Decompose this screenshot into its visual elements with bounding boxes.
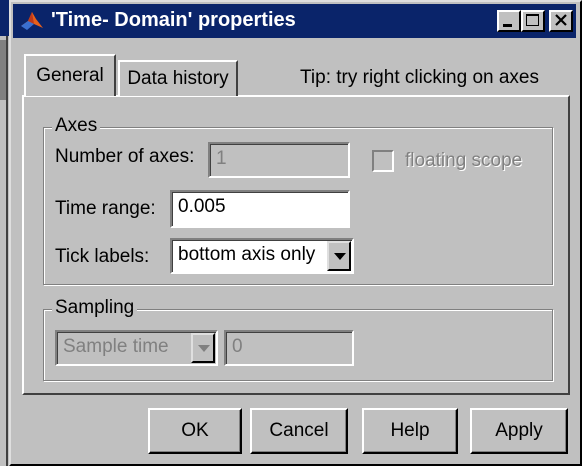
apply-button[interactable]: Apply xyxy=(470,408,568,454)
background-window-edge xyxy=(0,0,9,466)
chevron-down-icon xyxy=(334,253,346,260)
sampling-mode-dropdown-button[interactable] xyxy=(191,333,215,363)
sampling-value-field[interactable]: 0 xyxy=(224,330,354,366)
tip-text: Tip: try right clicking on axes xyxy=(300,67,539,88)
axes-group-label: Axes xyxy=(52,115,101,137)
tick-labels-value: bottom axis only xyxy=(178,244,316,265)
matlab-logo-icon xyxy=(19,8,45,34)
tab-general[interactable]: General xyxy=(24,54,116,96)
window-title: 'Time- Domain' properties xyxy=(51,9,296,31)
help-button[interactable]: Help xyxy=(362,408,458,454)
tab-data-history[interactable]: Data history xyxy=(118,60,238,96)
time-range-label: Time range: xyxy=(55,198,156,219)
cancel-button[interactable]: Cancel xyxy=(250,408,348,454)
sampling-mode-select[interactable]: Sample time xyxy=(55,330,218,366)
time-range-field[interactable]: 0.005 xyxy=(170,190,350,228)
sampling-group-label: Sampling xyxy=(52,297,138,319)
floating-scope-checkbox[interactable] xyxy=(372,150,394,172)
minimize-icon xyxy=(503,24,512,27)
close-icon xyxy=(555,14,567,26)
tick-labels-dropdown-button[interactable] xyxy=(327,241,351,271)
tick-labels-label: Tick labels: xyxy=(55,246,150,267)
maximize-button[interactable] xyxy=(521,10,545,32)
title-bar[interactable]: 'Time- Domain' properties xyxy=(13,4,576,38)
floating-scope-label: floating scope xyxy=(405,150,523,171)
chevron-down-icon xyxy=(198,345,210,352)
tick-labels-select[interactable]: bottom axis only xyxy=(170,238,354,274)
sampling-mode-value: Sample time xyxy=(63,336,169,357)
close-button[interactable] xyxy=(549,10,573,32)
number-of-axes-label: Number of axes: xyxy=(55,146,195,167)
minimize-button[interactable] xyxy=(497,10,521,32)
maximize-icon xyxy=(526,14,539,26)
ok-button[interactable]: OK xyxy=(148,408,242,454)
number-of-axes-field[interactable]: 1 xyxy=(208,142,350,178)
